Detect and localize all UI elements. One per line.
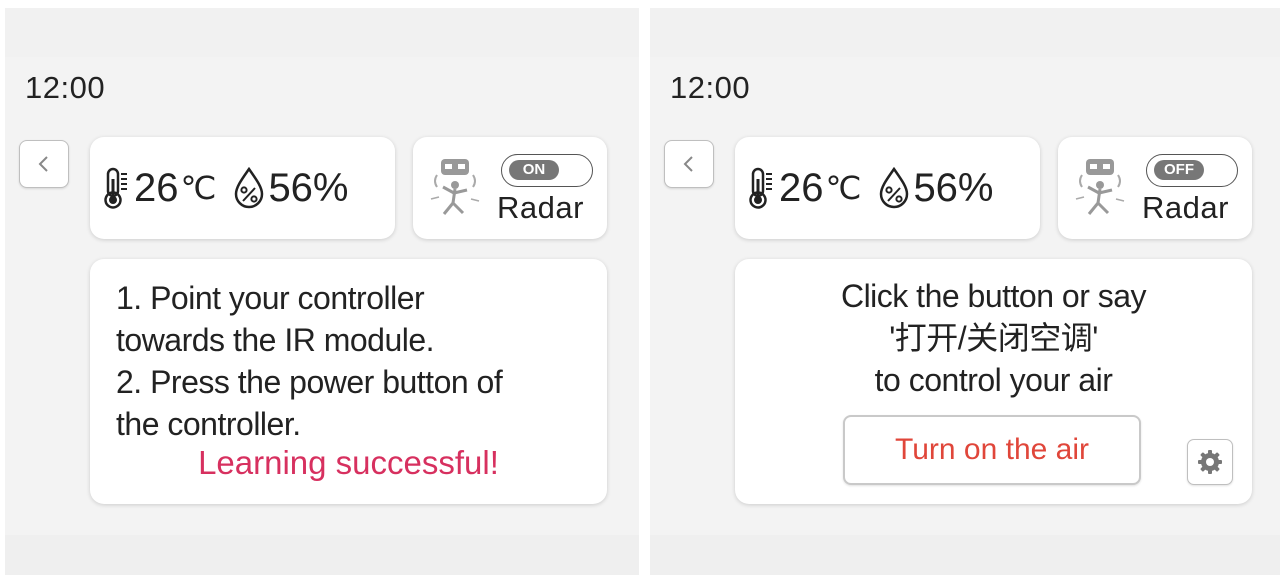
radar-label: Radar xyxy=(1142,190,1229,225)
humidity-drop-icon xyxy=(235,166,264,209)
prompt-line: to control your air xyxy=(874,362,1113,398)
radar-card: OFF Radar xyxy=(1058,137,1252,239)
back-button[interactable] xyxy=(19,140,69,188)
bottom-bar xyxy=(650,535,1280,575)
temperature-value: 26 xyxy=(134,165,179,210)
radar-sensor-icon xyxy=(1075,159,1125,215)
ir-learning-card: 1. Point your controller towards the IR … xyxy=(90,259,607,504)
radar-toggle[interactable]: OFF xyxy=(1146,154,1238,187)
top-bar xyxy=(5,8,639,57)
thermometer-icon xyxy=(104,167,127,209)
sensor-card: 26 ℃ 56% xyxy=(735,137,1040,239)
instruction-line: 2. Press the power button of xyxy=(116,364,503,400)
instruction-line: towards the IR module. xyxy=(116,322,435,358)
settings-button[interactable] xyxy=(1187,439,1233,485)
bottom-bar xyxy=(5,535,639,575)
temperature-unit: ℃ xyxy=(825,170,862,206)
learning-status-message: Learning successful! xyxy=(198,444,499,481)
air-control-card: Click the button or say '打开/关闭空调' to con… xyxy=(735,259,1252,504)
clock: 12:00 xyxy=(25,70,106,105)
voice-prompt: Click the button or say '打开/关闭空调' to con… xyxy=(735,275,1252,401)
prompt-line: Click the button or say xyxy=(840,278,1147,314)
thermometer-icon xyxy=(749,167,772,209)
prompt-line: '打开/关闭空调' xyxy=(889,320,1098,356)
radar-toggle[interactable]: ON xyxy=(501,154,593,187)
back-button[interactable] xyxy=(664,140,714,188)
learning-screen: 12:00 26 ℃ 56% ON Radar 1. Point your co… xyxy=(5,8,639,575)
instruction-line: the controller. xyxy=(116,406,301,442)
radar-label: Radar xyxy=(497,190,584,225)
radar-toggle-state: OFF xyxy=(1154,160,1204,180)
humidity-drop-icon xyxy=(880,166,909,209)
humidity-value: 56% xyxy=(268,165,349,210)
radar-card: ON Radar xyxy=(413,137,607,239)
sensor-card: 26 ℃ 56% xyxy=(90,137,395,239)
gear-icon xyxy=(1198,450,1222,474)
temperature-unit: ℃ xyxy=(180,170,217,206)
turn-on-air-button[interactable]: Turn on the air xyxy=(843,415,1141,485)
instruction-line: 1. Point your controller xyxy=(116,280,425,316)
chevron-left-icon xyxy=(683,156,693,172)
temperature-value: 26 xyxy=(779,165,824,210)
radar-toggle-state: ON xyxy=(509,160,559,180)
instructions: 1. Point your controller towards the IR … xyxy=(116,277,596,445)
humidity-value: 56% xyxy=(913,165,994,210)
clock: 12:00 xyxy=(670,70,751,105)
control-screen: 12:00 26 ℃ 56% OFF Radar Click the butto… xyxy=(650,8,1280,575)
chevron-left-icon xyxy=(38,156,48,172)
top-bar xyxy=(650,8,1280,57)
radar-sensor-icon xyxy=(430,159,480,215)
